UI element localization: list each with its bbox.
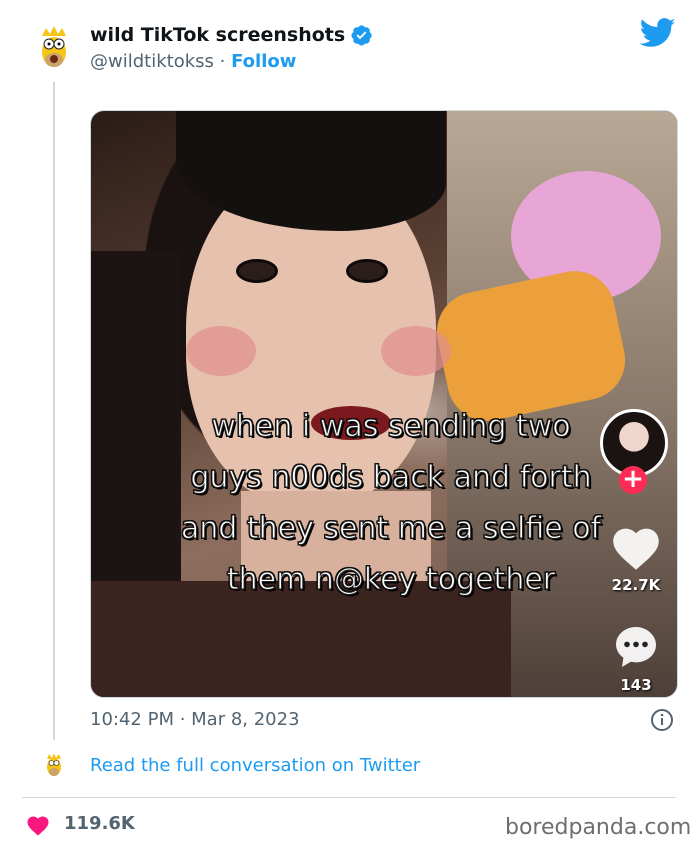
caption-line: and they sent me a selfie of [180, 511, 602, 547]
info-icon[interactable] [650, 708, 674, 732]
verified-badge-icon [351, 25, 372, 46]
heart-icon[interactable] [26, 814, 50, 836]
eye-right [346, 259, 388, 283]
caption-line: guys n00ds back and forth [190, 460, 592, 496]
cheek-left [186, 326, 256, 376]
tweet-media-image[interactable]: when i was sending two guys n00ds back a… [90, 110, 678, 698]
tiktok-like-count: 22.7K [611, 576, 661, 594]
follow-button[interactable]: Follow [231, 51, 296, 72]
twitter-bird-icon[interactable] [640, 18, 676, 48]
read-conversation-link[interactable]: Read the full conversation on Twitter [90, 754, 420, 778]
avatar-small-icon[interactable] [42, 752, 66, 778]
eye-left [236, 259, 278, 283]
cheek-right [381, 326, 451, 376]
separator-dot: · [219, 51, 226, 72]
divider [22, 797, 676, 798]
tweet-timestamp[interactable]: 10:42 PM · Mar 8, 2023 [90, 708, 300, 732]
video-caption: when i was sending two guys n00ds back a… [111, 401, 671, 605]
like-count: 119.6K [64, 813, 135, 834]
tiktok-comment-icon[interactable] [612, 623, 660, 671]
tiktok-comment-count: 143 [620, 676, 652, 694]
tiktok-heart-icon[interactable] [610, 523, 662, 571]
caption-line: them n@key together [226, 562, 556, 598]
thread-line [53, 82, 55, 740]
author-handle[interactable]: @wildtiktokss [90, 51, 214, 72]
tweet-author: wild TikTok screenshots @wildtiktokss · … [90, 22, 373, 75]
caption-line: when i was sending two [211, 409, 571, 445]
avatar-icon[interactable] [30, 22, 78, 70]
tiktok-follow-plus-icon[interactable]: + [619, 466, 647, 494]
watermark: boredpanda.com [505, 815, 692, 840]
author-name[interactable]: wild TikTok screenshots [90, 22, 345, 48]
